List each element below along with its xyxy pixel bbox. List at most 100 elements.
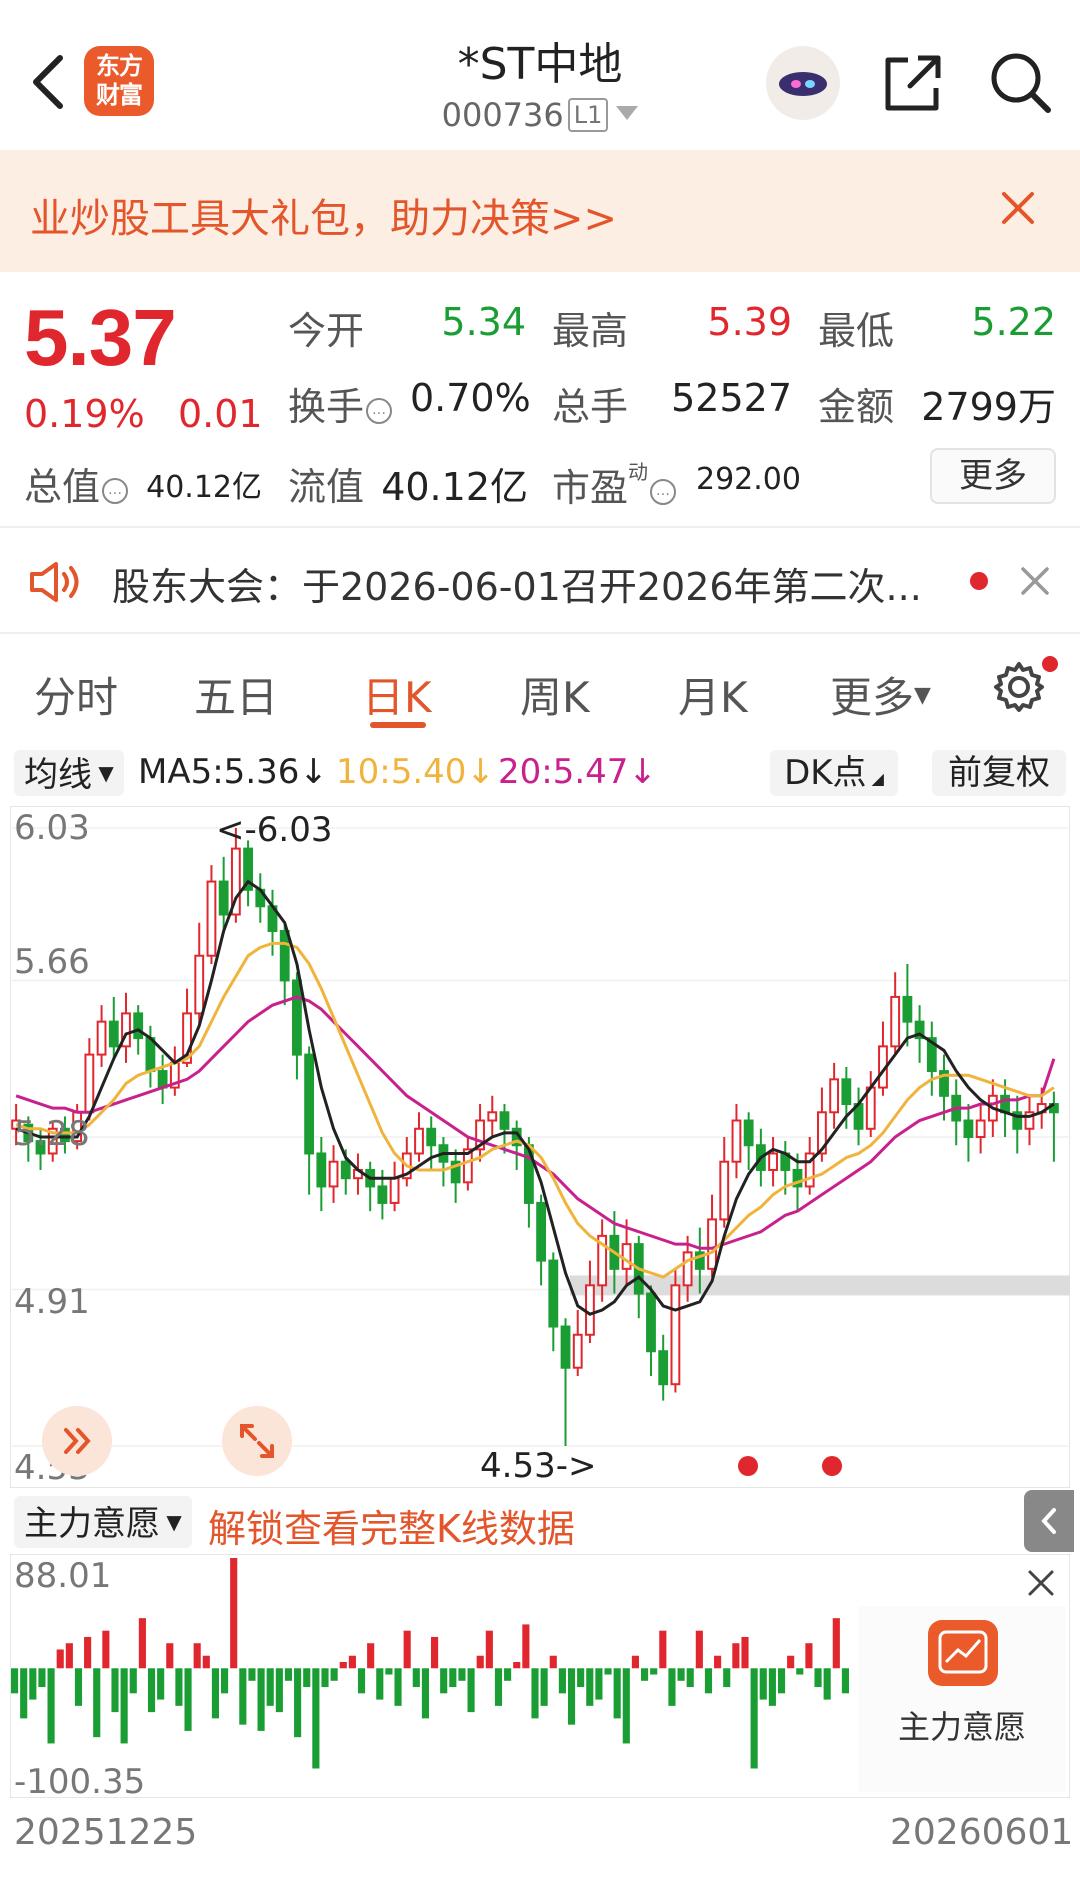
collapse-panel-button[interactable] [1024,1490,1074,1552]
share-icon[interactable] [880,50,946,116]
stock-code: 000736 [441,96,564,134]
main-force-card[interactable]: 主力意愿 [858,1606,1066,1792]
indicator-bar [476,1655,484,1669]
tab-more[interactable]: 更多▼ [830,664,931,725]
indicator-bar [330,1668,338,1681]
fullscreen-button[interactable] [222,1406,292,1476]
candle-body [963,1119,974,1138]
tab-daily-k[interactable]: 日K [362,664,432,725]
signal-dot [822,1456,842,1476]
candle-body [670,1284,681,1386]
candle-body [316,1152,327,1188]
promo-banner[interactable]: 业炒股工具大礼包，助力决策>> [0,150,1080,272]
indicator-bar [248,1668,256,1681]
kline-chart[interactable] [10,806,1070,1488]
indicator-bar [266,1668,274,1706]
indicator-bar [485,1630,493,1669]
indicator-bar [20,1668,28,1719]
indicator-bar [421,1668,429,1719]
indicator-bar [659,1630,667,1669]
chart-lock-icon [928,1620,998,1686]
double-chevron-icon [64,1428,91,1454]
indicator-bar [604,1668,612,1675]
candle-body [292,979,302,1056]
y-tick-label: 4.91 [14,1282,90,1322]
candle-body [731,1119,742,1163]
close-icon[interactable] [1020,566,1050,596]
candle-body [682,1251,693,1287]
indicator-bar [814,1668,822,1688]
indicator-bar [412,1668,420,1688]
ma-type-select[interactable]: 均线 ▼ [14,750,124,796]
dropdown-triangle-icon[interactable] [616,106,639,120]
indicator-bar [357,1668,366,1694]
tab-monthly-k[interactable]: 月K [678,664,748,725]
indicator-bar [467,1668,475,1713]
tab-five-day[interactable]: 五日 [194,664,278,725]
indicator-bar [275,1668,283,1713]
ai-assistant-icon[interactable] [766,46,840,120]
start-date: 20251225 [14,1812,198,1853]
signal-dot [738,1456,758,1476]
indicator-bar [348,1655,356,1669]
tab-weekly-k[interactable]: 周K [520,664,590,725]
float-cap-value: 40.12亿 [381,465,528,509]
dk-point-button[interactable]: DK点 ◢ [770,750,898,796]
indicator-bar [540,1668,548,1706]
top-navbar: 东方 财富 *ST中地 000736 L1 [0,0,1080,148]
open-value: 5.34 [441,300,526,344]
candle-body [206,880,217,957]
open-label: 今开 [288,309,365,353]
adjust-mode-button[interactable]: 前复权 [932,750,1066,796]
back-arrow-icon[interactable] [28,52,68,112]
indicator-bar [595,1668,603,1700]
indicator-bar [120,1668,128,1744]
close-icon[interactable] [1026,1568,1056,1598]
info-icon[interactable]: … [366,398,393,424]
indicator-select[interactable]: 主力意愿 ▼ [14,1496,192,1548]
indicator-bar [74,1668,83,1706]
close-icon[interactable] [1000,190,1036,226]
y-tick-label: 5.66 [14,942,90,982]
indicator-bar [449,1668,457,1688]
chart-frame [10,806,1070,1488]
end-date: 20260601 [890,1812,1074,1853]
candle-body [328,1160,339,1188]
tab-intraday[interactable]: 分时 [34,664,118,725]
candle-body [841,1078,852,1106]
robot-face-icon [779,72,827,96]
info-icon[interactable]: … [650,479,677,505]
candle-body [585,1284,595,1336]
info-icon[interactable]: … [102,478,129,504]
candle-body [658,1350,669,1386]
indicator-bar [513,1662,521,1669]
candle-body [719,1160,730,1221]
notification-dot [1042,656,1058,672]
notice-text[interactable]: 股东大会：于2026-06-01召开2026年第二次... [112,556,922,611]
high-value: 5.39 [707,300,792,344]
indicator-bar [394,1668,402,1706]
turnover-label[interactable]: 换手… [288,376,393,431]
indicator-bar [175,1668,183,1706]
promo-text[interactable]: 业炒股工具大礼包，助力决策>> [30,186,617,244]
y-tick-label: 5.28 [14,1114,90,1154]
stock-code-row[interactable]: 000736 L1 [340,96,740,134]
indicator-bar [641,1668,649,1681]
more-quote-button[interactable]: 更多 [930,448,1056,504]
indicator-bar [714,1655,722,1669]
candle-body [548,1259,559,1328]
amount-label: 金额 [818,385,895,429]
indicator-bar [221,1668,229,1694]
indicator-bar [796,1668,804,1675]
search-icon[interactable] [986,48,1054,116]
y-tick-label: 6.03 [14,808,90,848]
unlock-link[interactable]: 解锁查看完整K线数据 [208,1498,575,1553]
gear-icon[interactable] [992,660,1046,714]
expand-left-button[interactable] [42,1406,112,1476]
indicator-bar [211,1668,219,1719]
divider [0,526,1080,528]
total-cap-label[interactable]: 总值… [24,456,129,511]
low-value: 5.22 [971,300,1056,344]
indicator-bar [704,1668,713,1694]
pe-label[interactable]: 市盈动… [552,456,677,512]
